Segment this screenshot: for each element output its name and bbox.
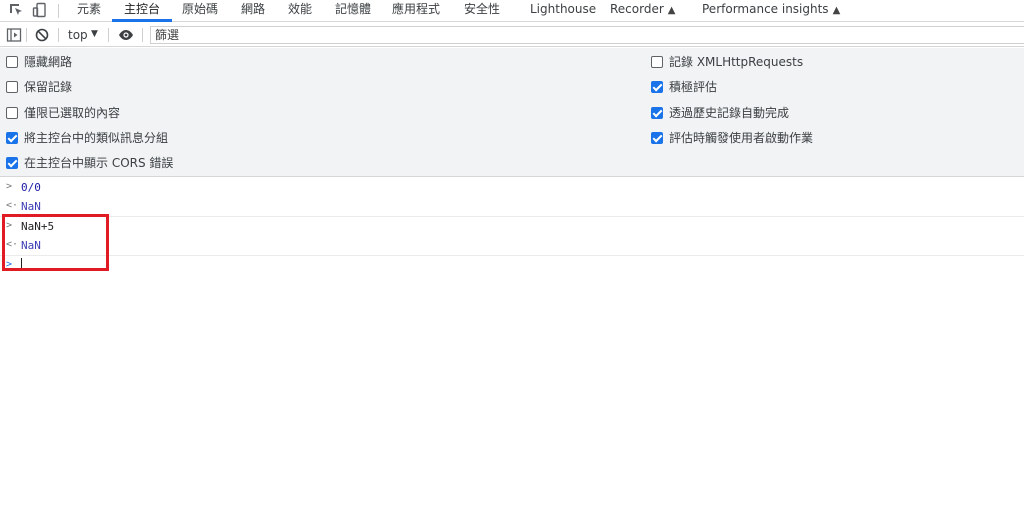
setting-label: 隱藏網路	[24, 55, 73, 69]
input-chevron-icon: >	[6, 181, 13, 192]
tab-recorder[interactable]: Recorder ▲	[610, 0, 675, 22]
inspect-element-icon[interactable]	[8, 2, 24, 18]
context-selector[interactable]: top	[68, 28, 88, 42]
eager-evaluation-checkbox[interactable]	[651, 81, 663, 93]
setting-label: 積極評估	[669, 80, 718, 94]
tab-memory[interactable]: 記憶體	[335, 0, 371, 22]
setting-label: 記錄 XMLHttpRequests	[669, 55, 804, 69]
log-xhr-checkbox[interactable]	[651, 56, 663, 68]
preserve-log-checkbox[interactable]	[6, 81, 18, 93]
context-dropdown-icon[interactable]: ▼	[91, 29, 98, 39]
active-tab-indicator	[112, 19, 172, 22]
flask-icon: ▲	[667, 5, 676, 16]
setting-label: 在主控台中顯示 CORS 錯誤	[24, 156, 174, 170]
result-arrow-icon: <·	[6, 200, 19, 211]
console-toolbar: top ▼	[0, 23, 1024, 47]
tab-network[interactable]: 網路	[241, 0, 265, 22]
setting-label: 保留記錄	[24, 80, 73, 94]
console-settings-pane: 隱藏網路 保留記錄 僅限已選取的內容 將主控台中的類似訊息分組 在主控台中顯示 …	[0, 48, 1024, 177]
selected-context-checkbox[interactable]	[6, 107, 18, 119]
tab-performance[interactable]: 效能	[288, 0, 312, 22]
console-input-text: 0/0	[21, 181, 41, 194]
console-result-line: <· NaN	[0, 197, 1024, 216]
show-cors-checkbox[interactable]	[6, 157, 18, 169]
device-toolbar-icon[interactable]	[32, 2, 48, 18]
setting-label: 僅限已選取的內容	[24, 106, 121, 120]
tabbar-separator	[58, 4, 59, 18]
autocomplete-history-checkbox[interactable]	[651, 107, 663, 119]
toolbar-separator	[142, 28, 143, 42]
console-prompt[interactable]: >	[0, 256, 1024, 275]
toolbar-separator	[58, 28, 59, 42]
live-expression-eye-icon[interactable]	[118, 27, 134, 43]
console-input-line[interactable]: > NaN+5	[0, 217, 1024, 236]
sidebar-toggle-icon[interactable]	[6, 27, 22, 43]
hide-network-checkbox[interactable]	[6, 56, 18, 68]
devtools-tabbar: 元素 主控台 原始碼 網路 效能 記憶體 應用程式 安全性 Lighthouse…	[0, 0, 1024, 22]
tab-lighthouse[interactable]: Lighthouse	[530, 0, 596, 22]
tab-recorder-label: Recorder	[610, 2, 664, 16]
tab-application[interactable]: 應用程式	[392, 0, 440, 22]
toolbar-separator	[108, 28, 109, 42]
user-activation-checkbox[interactable]	[651, 132, 663, 144]
tab-performance-insights-label: Performance insights	[702, 2, 829, 16]
setting-label: 透過歷史記錄自動完成	[669, 106, 790, 120]
setting-label: 將主控台中的類似訊息分組	[24, 131, 169, 145]
setting-label: 評估時觸發使用者啟動作業	[669, 131, 814, 145]
tab-performance-insights[interactable]: Performance insights ▲	[702, 0, 840, 22]
filter-input[interactable]	[150, 26, 1024, 44]
group-similar-checkbox[interactable]	[6, 132, 18, 144]
console-result-text: NaN	[21, 200, 41, 213]
annotation-highlight-box	[2, 214, 109, 271]
tab-security[interactable]: 安全性	[464, 0, 500, 22]
tab-sources[interactable]: 原始碼	[182, 0, 218, 22]
clear-console-icon[interactable]	[34, 27, 50, 43]
toolbar-separator	[26, 28, 27, 42]
flask-icon: ▲	[832, 5, 841, 16]
console-result-line: <· NaN	[0, 236, 1024, 255]
tab-elements[interactable]: 元素	[77, 0, 101, 22]
console-input-line[interactable]: > 0/0	[0, 178, 1024, 197]
